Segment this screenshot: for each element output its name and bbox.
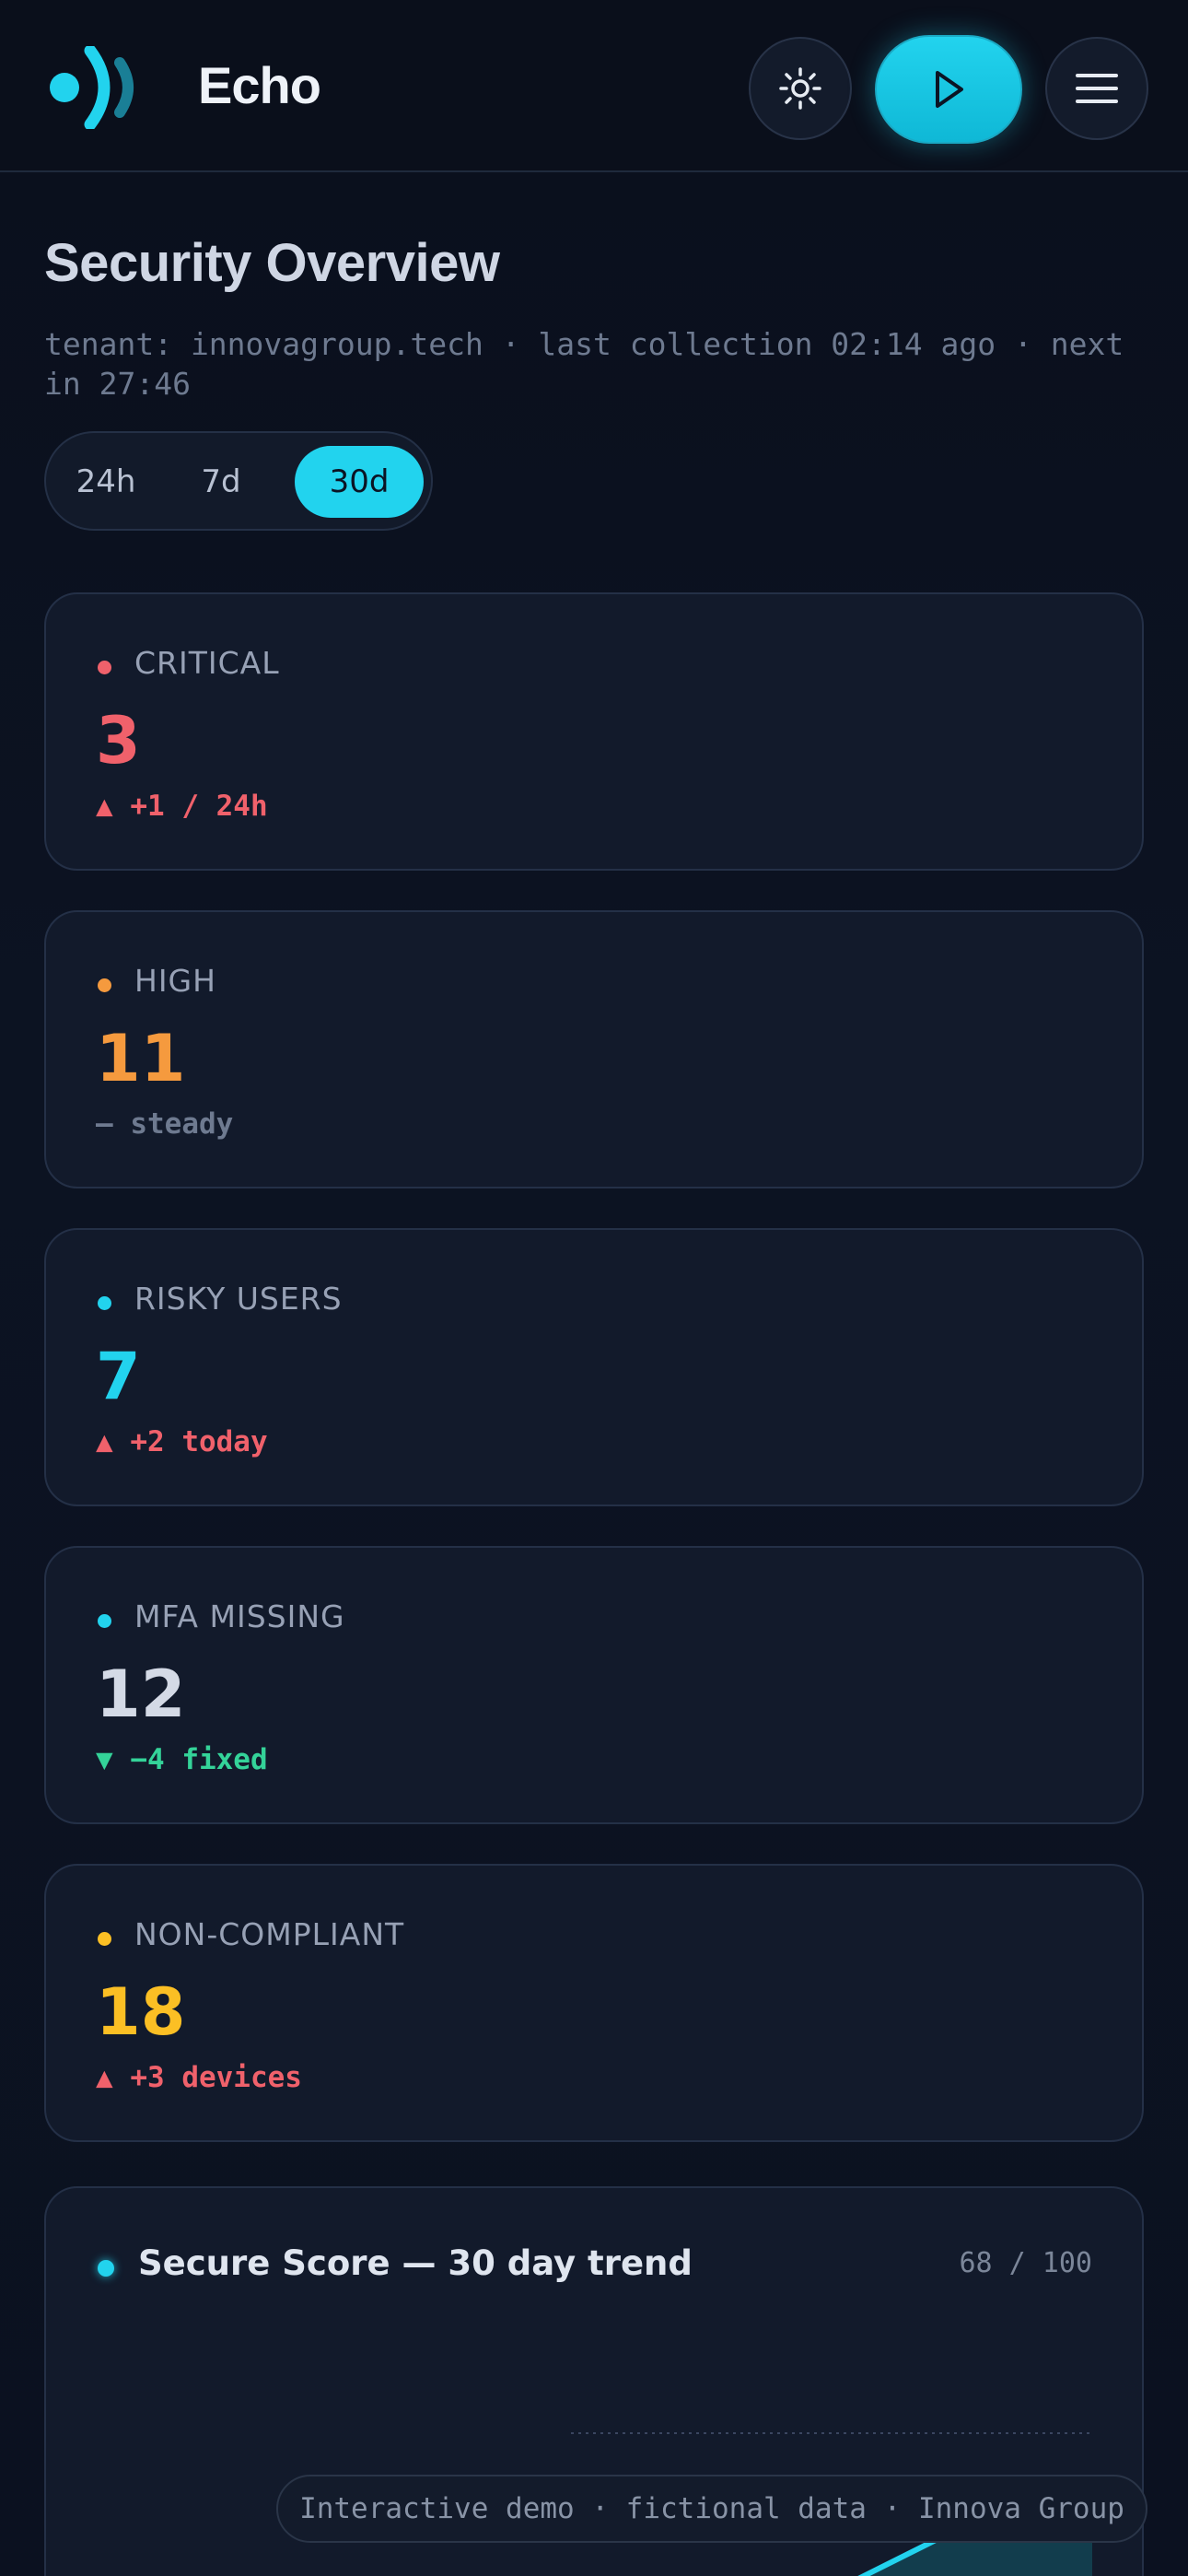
card-label: CRITICAL bbox=[134, 645, 280, 681]
tenant-meta: tenant: innovagroup.tech · last collecti… bbox=[44, 326, 1124, 402]
play-demo-button[interactable] bbox=[875, 35, 1022, 144]
card-delta: — steady bbox=[96, 1107, 234, 1141]
critical-card[interactable]: CRITICAL 3 ▲ +1 / 24h bbox=[44, 592, 1144, 871]
menu-button[interactable] bbox=[1045, 37, 1148, 140]
card-delta: ▲ +1 / 24h bbox=[96, 790, 268, 823]
sun-icon bbox=[779, 67, 821, 110]
card-value: 12 bbox=[96, 1657, 186, 1732]
trend-title: Secure Score — 30 day trend bbox=[138, 2243, 693, 2283]
page-title: Security Overview bbox=[44, 233, 500, 293]
card-value: 11 bbox=[96, 1021, 186, 1096]
play-icon bbox=[936, 71, 963, 108]
mfa-missing-card[interactable]: MFA MISSING 12 ▼ −4 fixed bbox=[44, 1546, 1144, 1824]
status-dot bbox=[98, 1296, 111, 1310]
status-dot bbox=[98, 1932, 111, 1946]
card-value: 18 bbox=[96, 1974, 186, 2050]
card-label: RISKY USERS bbox=[134, 1281, 343, 1317]
risky-users-card[interactable]: RISKY USERS 7 ▲ +2 today bbox=[44, 1228, 1144, 1506]
hamburger-menu-icon bbox=[1076, 74, 1118, 103]
status-dot bbox=[98, 661, 111, 674]
brand-name: Echo bbox=[198, 56, 321, 114]
app-header: Echo bbox=[0, 0, 1188, 172]
card-label: NON-COMPLIANT bbox=[134, 1916, 405, 1952]
card-value: 3 bbox=[96, 703, 141, 779]
demo-footer-badge: Interactive demo · fictional data · Inno… bbox=[276, 2475, 1147, 2543]
card-delta: ▲ +3 devices bbox=[96, 2061, 302, 2094]
card-label: HIGH bbox=[134, 963, 216, 999]
time-range-selector: 24h 7d 30d bbox=[44, 431, 433, 531]
card-delta: ▼ −4 fixed bbox=[96, 1743, 268, 1776]
theme-toggle-button[interactable] bbox=[749, 37, 852, 140]
card-delta: ▲ +2 today bbox=[96, 1425, 268, 1458]
status-dot bbox=[98, 1614, 111, 1628]
status-dot bbox=[98, 978, 111, 992]
range-7d-option[interactable]: 7d bbox=[175, 446, 267, 518]
range-24h-option[interactable]: 24h bbox=[55, 446, 157, 518]
card-value: 7 bbox=[96, 1339, 141, 1414]
echo-logo-icon bbox=[50, 46, 134, 129]
non-compliant-card[interactable]: NON-COMPLIANT 18 ▲ +3 devices bbox=[44, 1864, 1144, 2142]
card-label: MFA MISSING bbox=[134, 1598, 345, 1634]
range-30d-option[interactable]: 30d bbox=[295, 446, 424, 518]
trend-score: 68 / 100 bbox=[959, 2247, 1093, 2279]
trend-dot bbox=[98, 2260, 114, 2277]
high-card[interactable]: HIGH 11 — steady bbox=[44, 910, 1144, 1188]
